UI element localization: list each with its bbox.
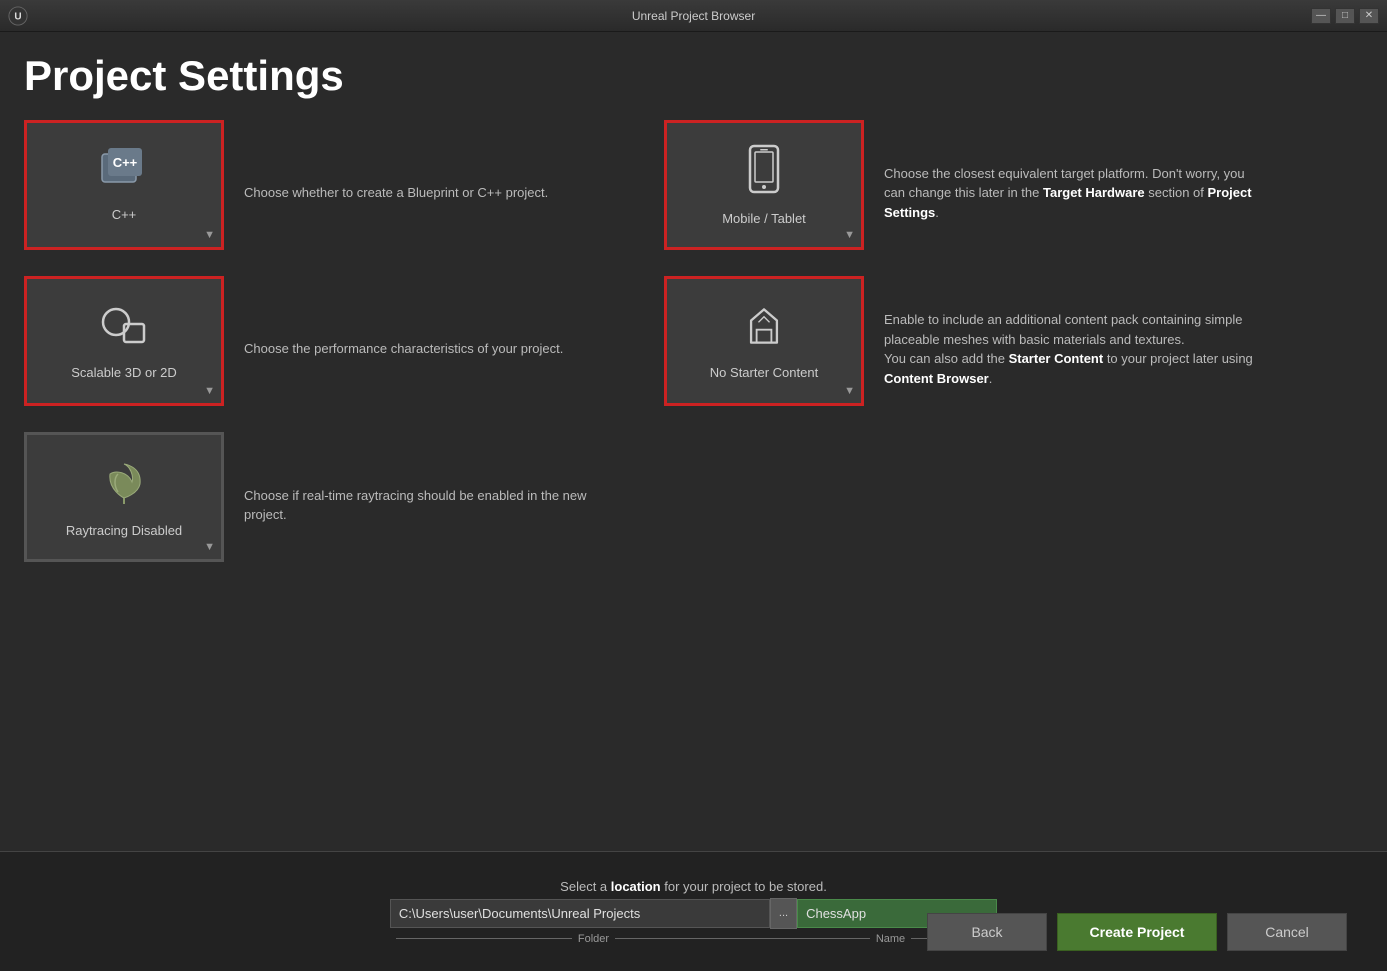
folder-input[interactable] xyxy=(390,899,770,928)
raytracing-label: Raytracing Disabled xyxy=(66,523,182,538)
maximize-button[interactable]: □ xyxy=(1335,8,1355,24)
svg-text:U: U xyxy=(14,11,21,22)
cpp-icon: C++ xyxy=(98,148,150,201)
page-title: Project Settings xyxy=(24,52,1363,100)
window-controls: — □ ✕ xyxy=(1311,8,1379,24)
mobile-option-card[interactable]: Mobile / Tablet ▼ xyxy=(664,120,864,250)
raytracing-description: Choose if real-time raytracing should be… xyxy=(224,476,624,535)
bottom-bar: Select a location for your project to be… xyxy=(0,851,1387,971)
mobile-icon xyxy=(746,144,782,205)
no-starter-description: Enable to include an additional content … xyxy=(864,300,1284,398)
no-starter-arrow: ▼ xyxy=(844,385,855,397)
scalable-label: Scalable 3D or 2D xyxy=(71,365,177,380)
close-button[interactable]: ✕ xyxy=(1359,8,1379,24)
cpp-option-card[interactable]: C++ C++ ▼ xyxy=(24,120,224,250)
scalable-option-card[interactable]: Scalable 3D or 2D ▼ xyxy=(24,276,224,406)
scalable-icon xyxy=(96,302,152,359)
mobile-label: Mobile / Tablet xyxy=(722,211,806,226)
cancel-button[interactable]: Cancel xyxy=(1227,913,1347,951)
ue-logo: U xyxy=(8,6,28,26)
location-label: Select a location for your project to be… xyxy=(560,879,827,894)
raytracing-option-card[interactable]: Raytracing Disabled ▼ xyxy=(24,432,224,562)
cpp-description: Choose whether to create a Blueprint or … xyxy=(224,173,624,213)
scalable-arrow: ▼ xyxy=(204,385,215,397)
create-project-button[interactable]: Create Project xyxy=(1057,913,1217,951)
no-starter-option-card[interactable]: No Starter Content ▼ xyxy=(664,276,864,406)
mobile-description: Choose the closest equivalent target pla… xyxy=(864,154,1284,233)
location-inputs: ... xyxy=(390,898,997,929)
folder-ellipsis-button[interactable]: ... xyxy=(770,898,797,929)
scalable-description: Choose the performance characteristics o… xyxy=(224,329,624,369)
no-starter-label: No Starter Content xyxy=(710,365,818,380)
cpp-arrow: ▼ xyxy=(204,229,215,241)
minimize-button[interactable]: — xyxy=(1311,8,1331,24)
window-title: Unreal Project Browser xyxy=(632,9,755,23)
cpp-label: C++ xyxy=(112,207,137,222)
title-bar: U Unreal Project Browser — □ ✕ xyxy=(0,0,1387,32)
back-button[interactable]: Back xyxy=(927,913,1047,951)
main-content: Project Settings C++ C++ ▼ Choose whethe… xyxy=(0,32,1387,851)
mobile-arrow: ▼ xyxy=(844,229,855,241)
folder-label: Folder xyxy=(572,933,615,945)
name-label: Name xyxy=(870,933,911,945)
raytracing-icon xyxy=(98,456,150,517)
bottom-buttons: Back Create Project Cancel xyxy=(927,913,1347,951)
no-starter-icon xyxy=(742,302,786,359)
svg-text:C++: C++ xyxy=(113,155,138,170)
raytracing-arrow: ▼ xyxy=(204,541,215,553)
